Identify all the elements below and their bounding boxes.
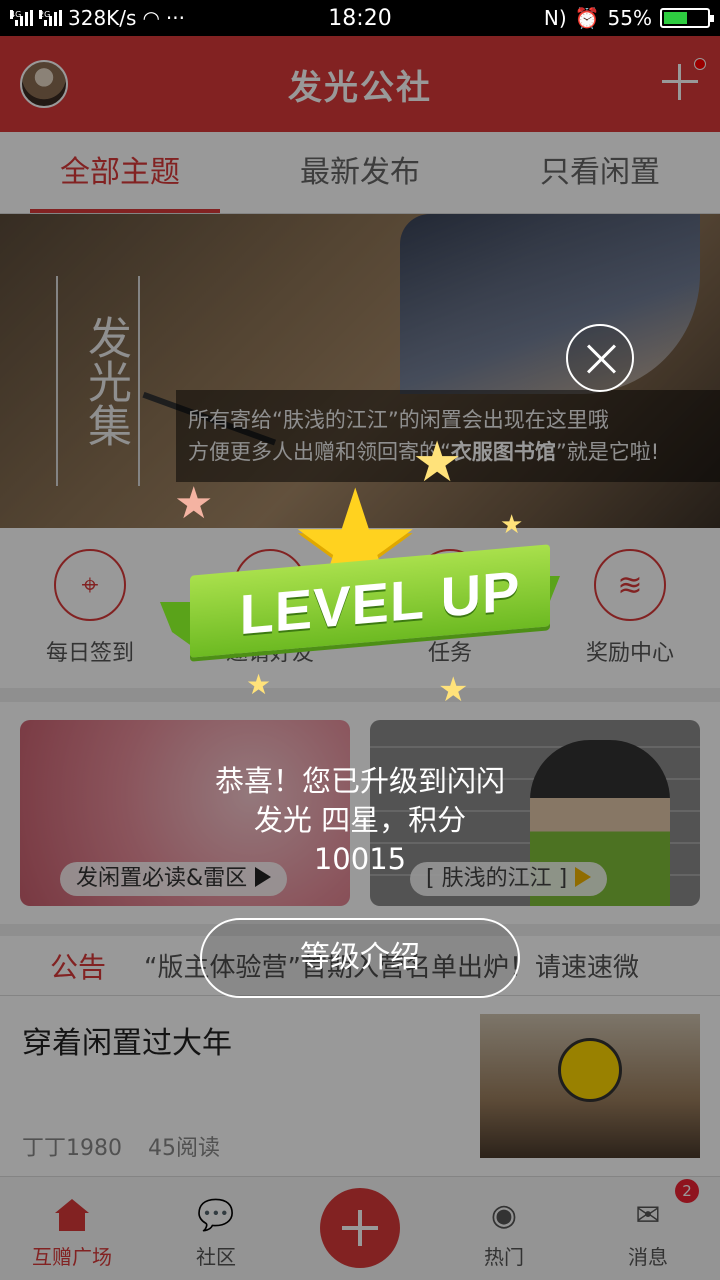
- more-icon: ···: [165, 6, 185, 30]
- status-bar: 4G 2G 328K/s ◠ ··· 18:20 N) ⏰ 55%: [0, 0, 720, 36]
- battery-percent: 55%: [607, 6, 652, 30]
- close-icon[interactable]: [566, 324, 634, 392]
- nfc-icon: N): [543, 6, 567, 30]
- signal-4g-icon: 4G: [10, 10, 33, 26]
- level-up-message: 恭喜！您已升级到闪闪 发光 四星，积分 10015: [214, 764, 505, 876]
- star-icon: ★: [174, 478, 214, 529]
- star-icon: ★: [500, 510, 524, 540]
- level-intro-button[interactable]: 等级介绍: [200, 918, 520, 998]
- alarm-icon: ⏰: [574, 6, 600, 30]
- network-speed: 328K/s: [68, 6, 137, 30]
- wifi-icon: ◠: [142, 6, 160, 30]
- star-icon: ★: [246, 668, 272, 701]
- signal-2g-icon: 2G: [39, 10, 62, 26]
- level-up-graphic: ★ ★ ★ ★ LEVEL UP ★ ★: [160, 430, 560, 710]
- star-icon: ★: [438, 670, 469, 710]
- battery-icon: [660, 8, 714, 28]
